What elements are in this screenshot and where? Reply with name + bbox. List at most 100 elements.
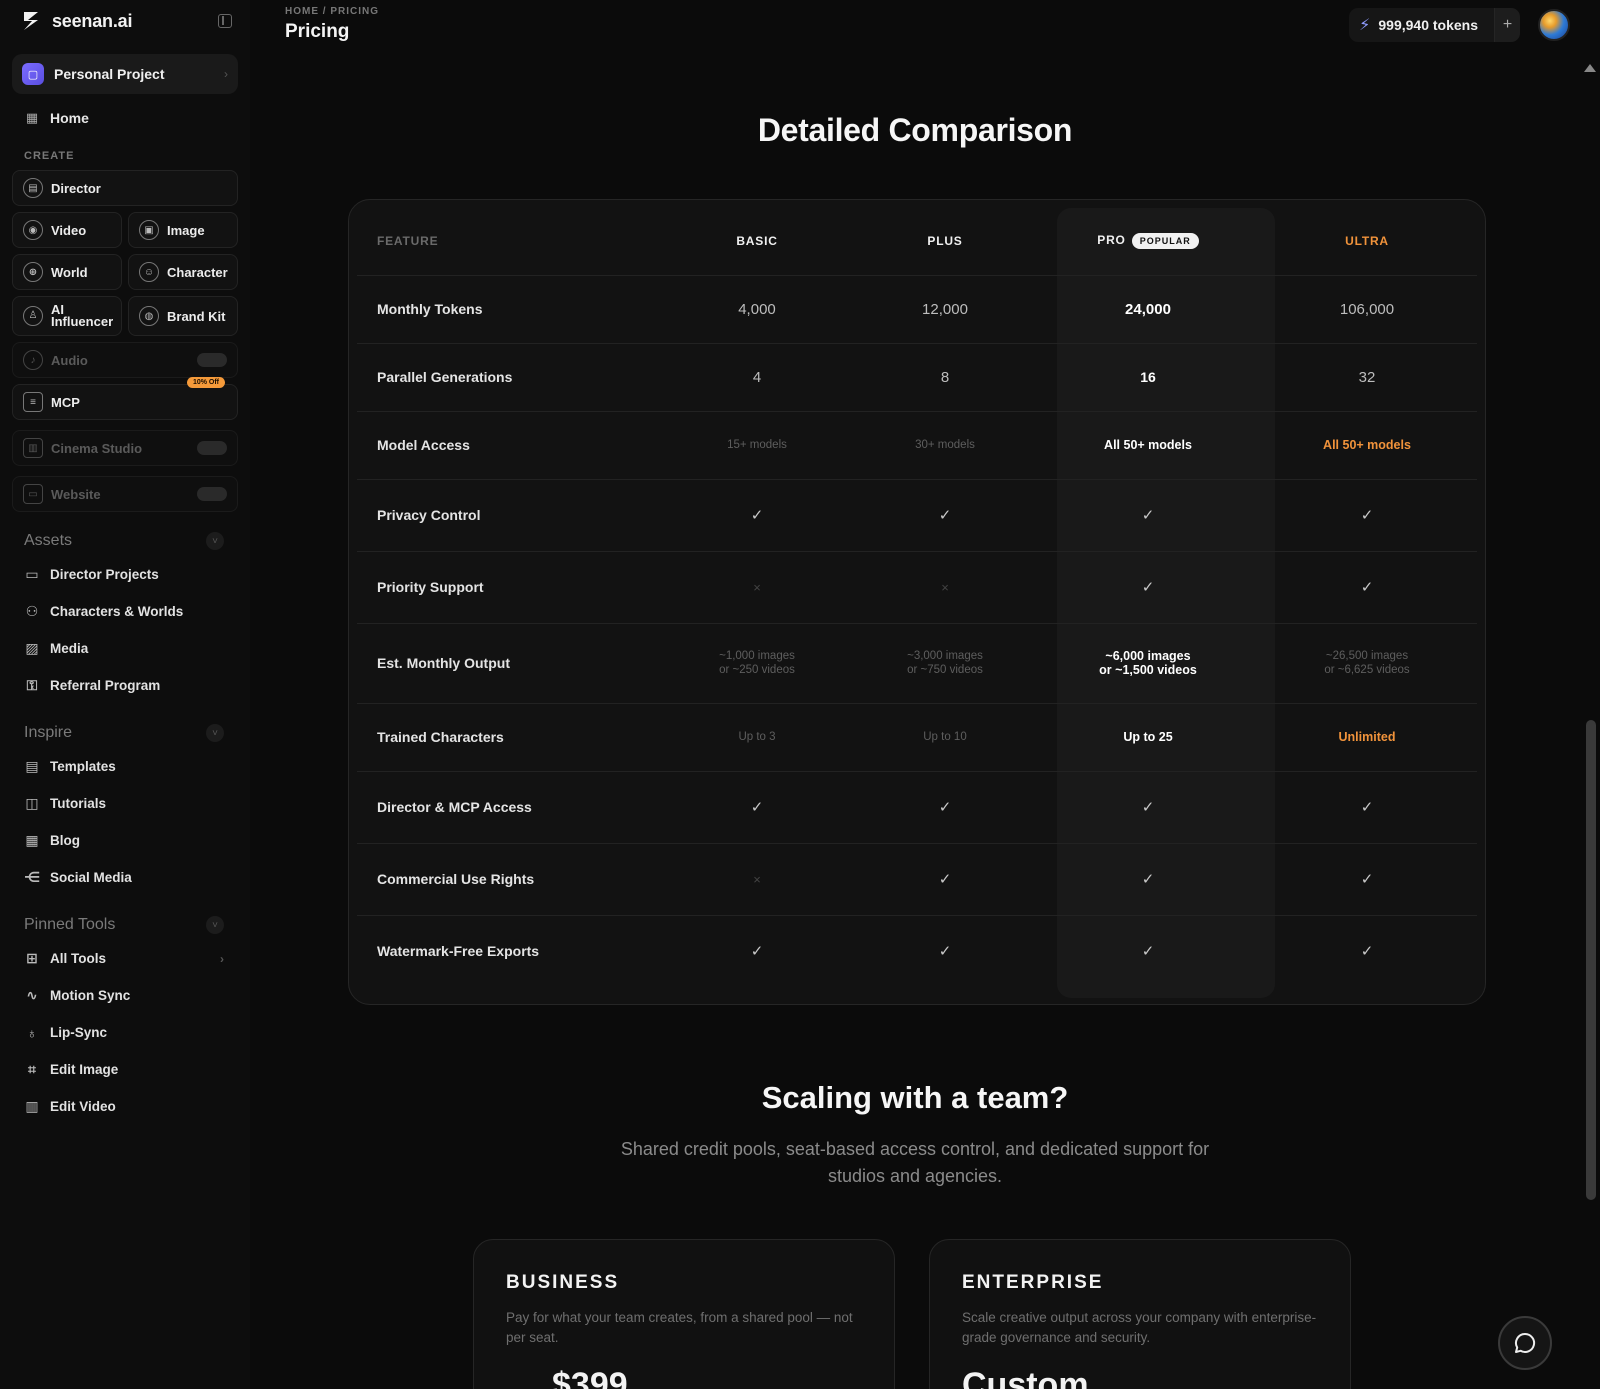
project-name: Personal Project	[54, 66, 165, 82]
coming-soon-pill	[197, 441, 227, 455]
avatar[interactable]	[1538, 9, 1570, 41]
nav-blog[interactable]: ▦ Blog	[12, 822, 238, 859]
feature-cell: Priority Support	[357, 551, 663, 624]
chevron-down-icon[interactable]: ˅	[206, 532, 224, 550]
tile-website-label: Website	[51, 486, 101, 502]
pro-cell: 24,000	[1039, 275, 1257, 344]
chevron-down-icon[interactable]: ˅	[206, 916, 224, 934]
tile-audio-label: Audio	[51, 352, 88, 368]
film-icon: ▥	[25, 1098, 39, 1114]
chevron-right-icon: ›	[220, 951, 224, 966]
add-tokens-button[interactable]: +	[1494, 8, 1520, 42]
nav-label: Media	[50, 641, 89, 656]
nav-label: Social Media	[50, 870, 132, 885]
sidebar-collapse-icon[interactable]	[218, 14, 232, 28]
chevron-down-icon[interactable]: ˅	[206, 724, 224, 742]
popular-badge: POPULAR	[1131, 233, 1199, 250]
coming-soon-pill	[197, 487, 227, 501]
output-videos: or ~750 videos	[907, 664, 983, 676]
nav-motion-sync[interactable]: ∿ Motion Sync	[12, 977, 238, 1014]
assets-title: Assets	[24, 532, 73, 549]
table-row: Model Access 15+ models 30+ models All 5…	[357, 411, 1477, 480]
table-row: Est. Monthly Output ~1,000 images or ~250…	[357, 623, 1477, 704]
nav-edit-image[interactable]: ⌗ Edit Image	[12, 1051, 238, 1088]
tile-video[interactable]: ◉ Video	[12, 212, 122, 248]
table-row: Director & MCP Access ✓ ✓ ✓ ✓	[357, 771, 1477, 844]
header-ultra: ULTRA	[1257, 208, 1477, 276]
comparison-table-card: FEATURE BASIC PLUS PRO POPULAR ULTRA Mont…	[348, 199, 1486, 1005]
ultra-cell: 32	[1257, 343, 1477, 412]
assets-group-header[interactable]: Assets ˅	[12, 526, 238, 556]
brand-logo-icon	[18, 8, 44, 34]
chevron-right-icon: ›	[224, 67, 228, 81]
ultra-cell: All 50+ models	[1257, 411, 1477, 480]
token-balance[interactable]: ⚡ 999,940 tokens +	[1349, 8, 1520, 42]
plus-cell: 12,000	[851, 275, 1039, 344]
table-row: Privacy Control ✓ ✓ ✓ ✓	[357, 479, 1477, 552]
nav-label: All Tools	[50, 951, 106, 966]
check-icon: ✓	[750, 943, 764, 961]
nav-home[interactable]: ▦ Home	[12, 100, 238, 136]
feature-cell: Model Access	[357, 411, 663, 480]
header-pro: PRO POPULAR	[1039, 208, 1257, 276]
nav-characters-worlds[interactable]: ⚇ Characters & Worlds	[12, 593, 238, 630]
tile-ai-influencer[interactable]: ♙ AI Influencer	[12, 296, 122, 336]
brand[interactable]: seenan.ai	[12, 0, 238, 42]
tile-image-label: Image	[167, 222, 205, 238]
enterprise-plan-card[interactable]: ENTERPRISE Scale creative output across …	[929, 1239, 1351, 1389]
inspire-group-header[interactable]: Inspire ˅	[12, 718, 238, 748]
cross-icon: ×	[663, 551, 851, 624]
chat-support-button[interactable]	[1498, 1316, 1552, 1370]
lightning-icon: ⚡	[1359, 17, 1371, 34]
scrollbar-thumb[interactable]	[1586, 720, 1596, 1200]
tile-mcp[interactable]: ≡ MCP 10% Off	[12, 377, 238, 420]
nav-label: Motion Sync	[50, 988, 131, 1003]
breadcrumb[interactable]: HOME / PRICING	[285, 6, 379, 17]
header-plus: PLUS	[851, 208, 1039, 276]
output-images: ~26,500 images	[1325, 650, 1409, 662]
nav-label: Edit Video	[50, 1099, 116, 1114]
nav-lip-sync[interactable]: ♁ Lip-Sync	[12, 1014, 238, 1051]
nav-edit-video[interactable]: ▥ Edit Video	[12, 1088, 238, 1125]
plus-cell: ~3,000 images or ~750 videos	[851, 623, 1039, 704]
output-videos: or ~1,500 videos	[1099, 663, 1197, 677]
cross-icon: ×	[663, 843, 851, 916]
tile-world[interactable]: ⊕ World	[12, 254, 122, 290]
feature-cell: Parallel Generations	[357, 343, 663, 412]
feature-cell: Monthly Tokens	[357, 275, 663, 344]
tile-audio[interactable]: ♪ Audio	[12, 342, 238, 378]
plus-cell: 30+ models	[851, 411, 1039, 480]
nav-social-media[interactable]: ⋲ Social Media	[12, 859, 238, 896]
nav-templates[interactable]: ▤ Templates	[12, 748, 238, 785]
table-row: Trained Characters Up to 3 Up to 10 Up t…	[357, 703, 1477, 772]
template-icon: ▤	[25, 758, 39, 774]
video-icon: ◉	[23, 220, 43, 240]
business-plan-card[interactable]: BUSINESS Pay for what your team creates,…	[473, 1239, 895, 1389]
tile-website[interactable]: ▭ Website	[12, 476, 238, 512]
nav-all-tools[interactable]: ⊞ All Tools ›	[12, 940, 238, 977]
feature-cell: Director & MCP Access	[357, 771, 663, 844]
discount-badge: 10% Off	[186, 377, 225, 388]
activity-icon: ∿	[26, 987, 38, 1003]
nav-director-projects[interactable]: ▭ Director Projects	[12, 556, 238, 593]
pro-cell: ~6,000 images or ~1,500 videos	[1039, 623, 1257, 704]
page-title: Pricing	[285, 21, 350, 42]
pinned-group-header[interactable]: Pinned Tools ˅	[12, 910, 238, 940]
nav-tutorials[interactable]: ◫ Tutorials	[12, 785, 238, 822]
enterprise-plan-desc: Scale creative output across your compan…	[962, 1310, 1317, 1345]
scroll-up-arrow-icon[interactable]	[1584, 64, 1596, 72]
tile-cinema-studio[interactable]: ▥ Cinema Studio	[12, 430, 238, 466]
check-icon: ✓	[851, 843, 1039, 916]
tile-image[interactable]: ▣ Image	[128, 212, 238, 248]
nav-referral-program[interactable]: ⚿ Referral Program	[12, 667, 238, 704]
output-videos: or ~6,625 videos	[1324, 664, 1410, 676]
book-icon: ◫	[25, 795, 39, 811]
tile-character[interactable]: ☺ Character	[128, 254, 238, 290]
nav-media[interactable]: ▨ Media	[12, 630, 238, 667]
tile-director[interactable]: ▤ Director	[12, 170, 238, 206]
tile-director-label: Director	[51, 180, 101, 196]
project-switcher[interactable]: ▢ Personal Project ›	[12, 54, 238, 94]
ultra-cell: ~26,500 images or ~6,625 videos	[1257, 623, 1477, 704]
tile-brand-kit[interactable]: ◍ Brand Kit	[128, 296, 238, 336]
header-basic: BASIC	[663, 208, 851, 276]
